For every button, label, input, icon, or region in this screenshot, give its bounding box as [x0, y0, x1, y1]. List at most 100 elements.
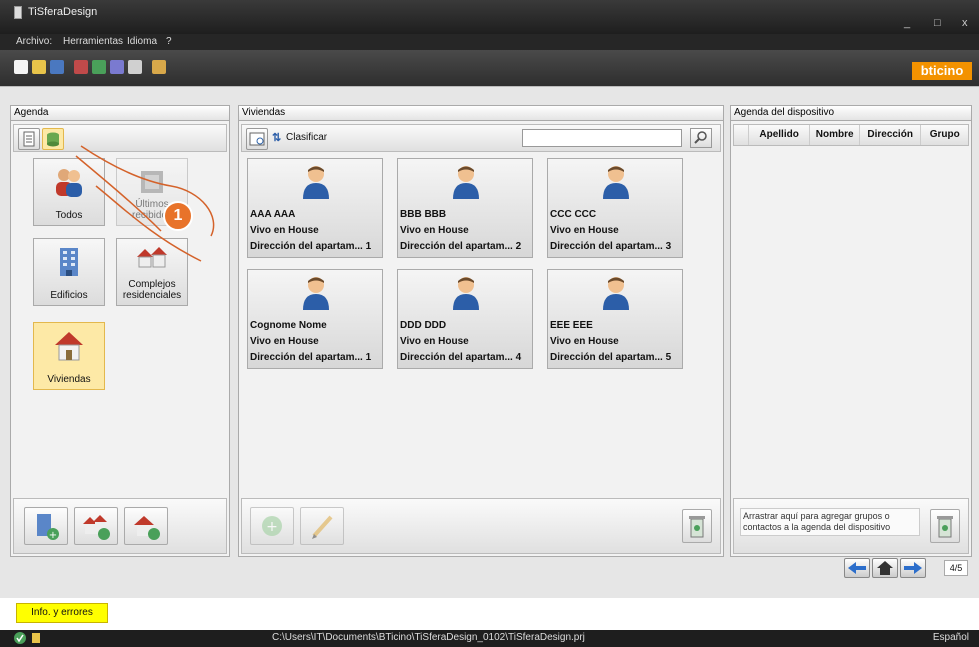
open-folder-icon[interactable]: [32, 60, 46, 74]
agenda-header: Agenda: [11, 106, 229, 121]
arrow-left-icon: [848, 562, 866, 574]
contact-status: Vivo en House: [250, 225, 319, 236]
person-icon: [453, 166, 479, 199]
plus-circle-icon: +: [262, 516, 282, 536]
add-contact-button[interactable]: +: [250, 507, 294, 545]
add-building-button[interactable]: +: [24, 507, 68, 545]
agenda-bottom-bar: +: [13, 498, 227, 554]
tool-gray-icon[interactable]: [128, 60, 142, 74]
contact-status: Vivo en House: [250, 336, 319, 347]
maximize-button[interactable]: □: [934, 17, 941, 29]
svg-text:+: +: [266, 519, 278, 535]
add-house-icon: [134, 516, 160, 540]
contact-status: Vivo en House: [400, 336, 469, 347]
tool-green-icon[interactable]: [92, 60, 106, 74]
category-label: Edificios: [50, 290, 88, 301]
search-button[interactable]: [690, 128, 712, 148]
tool-purple-icon[interactable]: [110, 60, 124, 74]
drop-zone[interactable]: Arrastrar aquí para agregar grupos o con…: [740, 508, 920, 536]
add-complex-button[interactable]: [74, 507, 118, 545]
contact-address: Dirección del apartam... 3: [550, 241, 672, 252]
person-icon: [603, 277, 629, 310]
save-icon[interactable]: [50, 60, 64, 74]
category-label: Complejos residenciales: [122, 279, 182, 301]
column-spacer: [734, 125, 748, 145]
title-bar: TiSferaDesign _ □ x: [0, 0, 979, 34]
home-button[interactable]: [872, 558, 898, 578]
language-indicator[interactable]: Español: [933, 632, 969, 643]
svg-text:+: +: [49, 530, 57, 541]
window-title: TiSferaDesign: [28, 6, 98, 18]
sort-icon: ⇅: [272, 132, 282, 144]
add-complex-icon: [83, 515, 110, 540]
menu-archivo[interactable]: Archivo:: [16, 36, 52, 47]
agenda-panel: Agenda Todos Últimos recibidos Edificios…: [10, 105, 230, 557]
contact-card[interactable]: AAA AAA Vivo en House Dirección del apar…: [247, 158, 383, 258]
app-icon: [14, 6, 22, 19]
forward-button[interactable]: [900, 558, 926, 578]
info-errors-tab[interactable]: Info. y errores: [16, 603, 108, 623]
menu-bar: Archivo: Herramientas Idioma ?: [0, 34, 979, 50]
house-icon: [55, 332, 83, 361]
status-device-icon: [32, 633, 40, 643]
trash-icon: [689, 516, 705, 538]
minimize-button[interactable]: _: [904, 17, 910, 29]
contact-address: Dirección del apartam... 1: [250, 352, 372, 363]
contact-address: Dirección del apartam... 1: [250, 241, 372, 252]
contact-name: BBB BBB: [400, 209, 447, 220]
list-view-button[interactable]: [18, 128, 40, 150]
add-building-icon: +: [37, 514, 59, 541]
callout-badge: 1: [163, 201, 193, 231]
category-viviendas[interactable]: Viviendas: [33, 322, 105, 390]
pencil-icon: [312, 515, 333, 539]
menu-idioma[interactable]: Idioma: [127, 36, 157, 47]
contact-status: Vivo en House: [550, 225, 619, 236]
menu-help[interactable]: ?: [166, 36, 172, 47]
column-direccion[interactable]: Dirección: [858, 125, 920, 145]
viviendas-toolbar: ⇅ Clasificar: [241, 124, 721, 152]
add-house-button[interactable]: [124, 507, 168, 545]
contact-card[interactable]: Cognome Nome Vivo en House Dirección del…: [247, 269, 383, 369]
view-toggle-button[interactable]: [246, 128, 268, 150]
viviendas-bottom-bar: +: [241, 498, 721, 554]
device-agenda-panel: Agenda del dispositivo Apellido Nombre D…: [730, 105, 972, 557]
person-icon: [603, 166, 629, 199]
category-label: Viviendas: [47, 374, 91, 385]
column-apellido[interactable]: Apellido: [747, 125, 809, 145]
column-nombre[interactable]: Nombre: [809, 125, 859, 145]
back-button[interactable]: [844, 558, 870, 578]
person-icon: [303, 277, 329, 310]
edit-contact-button[interactable]: [300, 507, 344, 545]
search-icon: [694, 131, 707, 144]
page-indicator: 4/5: [944, 560, 968, 576]
search-input[interactable]: [522, 129, 682, 147]
contact-name: Cognome Nome: [250, 320, 327, 331]
person-icon: [453, 277, 479, 310]
device-agenda-bottom-bar: Arrastrar aquí para agregar grupos o con…: [733, 498, 969, 554]
viviendas-panel: Viviendas ⇅ Clasificar AAA AAA Vivo en H…: [238, 105, 724, 557]
contact-card[interactable]: CCC CCC Vivo en House Dirección del apar…: [547, 158, 683, 258]
contact-name: CCC CCC: [550, 209, 597, 220]
project-path: C:\Users\IT\Documents\BTicino\TiSferaDes…: [272, 632, 585, 643]
sort-button[interactable]: Clasificar: [286, 132, 327, 143]
contact-card[interactable]: DDD DDD Vivo en House Dirección del apar…: [397, 269, 533, 369]
delete-contact-button[interactable]: [682, 509, 712, 543]
main-toolbar: bticino: [0, 50, 979, 86]
delete-device-entry-button[interactable]: [930, 509, 960, 543]
column-grupo[interactable]: Grupo: [920, 125, 968, 145]
contact-card[interactable]: EEE EEE Vivo en House Dirección del apar…: [547, 269, 683, 369]
viviendas-header: Viviendas: [239, 106, 723, 121]
contact-status: Vivo en House: [400, 225, 469, 236]
view-icon: [249, 132, 265, 146]
menu-herramientas[interactable]: Herramientas: [63, 36, 123, 47]
new-file-icon[interactable]: [14, 60, 28, 74]
contact-card[interactable]: BBB BBB Vivo en House Dirección del apar…: [397, 158, 533, 258]
close-button[interactable]: x: [962, 17, 968, 29]
contact-status: Vivo en House: [550, 336, 619, 347]
contact-name: AAA AAA: [250, 209, 296, 220]
language-icon[interactable]: [152, 60, 166, 74]
contact-address: Dirección del apartam... 2: [400, 241, 522, 252]
home-icon: [877, 561, 893, 575]
pointing-hand-icon: [75, 145, 215, 262]
tool-red-icon[interactable]: [74, 60, 88, 74]
